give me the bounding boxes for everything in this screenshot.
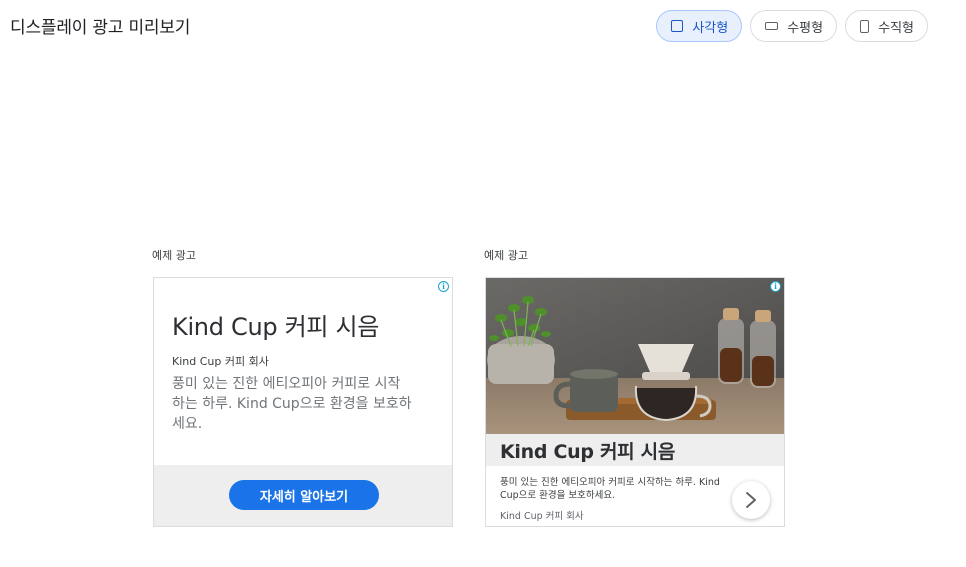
format-square-label: 사각형 xyxy=(692,20,729,36)
format-horizontal-label: 수평형 xyxy=(787,20,824,36)
ad-headline: Kind Cup 커피 시음 xyxy=(172,313,380,341)
ad-business-name: Kind Cup 커피 회사 xyxy=(500,511,584,522)
format-toggle-group: 사각형 수평형 수직형 xyxy=(656,10,928,42)
ad-label: 예제 광고 xyxy=(152,249,196,262)
page-title: 디스플레이 광고 미리보기 xyxy=(10,18,191,38)
ad-label: 예제 광고 xyxy=(484,249,528,262)
ad-description: 풍미 있는 진한 에티오피아 커피로 시작하는 하루. Kind Cup으로 환… xyxy=(172,376,412,432)
ad-footer: 자세히 알아보기 xyxy=(154,465,452,526)
square-icon xyxy=(671,20,684,32)
ad-description: 풍미 있는 진한 에티오피아 커피로 시작하는 하루. Kind Cup으로 환… xyxy=(500,477,720,501)
info-icon[interactable]: i xyxy=(438,281,449,292)
ad-business-name: Kind Cup 커피 회사 xyxy=(172,355,269,368)
ad-headline-band: Kind Cup 커피 시음 xyxy=(486,434,784,466)
format-square-button[interactable]: 사각형 xyxy=(656,10,743,42)
ad-preview-text[interactable]: i Kind Cup 커피 시음 Kind Cup 커피 회사 풍미 있는 진한… xyxy=(153,277,453,527)
coffee-image xyxy=(486,278,784,434)
horizontal-rectangle-icon xyxy=(765,22,779,30)
format-horizontal-button[interactable]: 수평형 xyxy=(750,10,838,42)
format-vertical-label: 수직형 xyxy=(878,20,914,36)
format-vertical-button[interactable]: 수직형 xyxy=(845,10,928,42)
ad-headline: Kind Cup 커피 시음 xyxy=(500,441,675,463)
learn-more-button[interactable]: 자세히 알아보기 xyxy=(229,480,379,510)
info-icon[interactable]: i xyxy=(770,281,781,292)
vertical-rectangle-icon xyxy=(860,19,870,33)
ad-preview-image[interactable]: i Kind Cup 커피 시음 풍미 있는 진한 에티오피아 커피로 시작하는… xyxy=(485,277,785,527)
chevron-right-icon xyxy=(746,492,756,508)
next-arrow-button[interactable] xyxy=(732,481,770,519)
